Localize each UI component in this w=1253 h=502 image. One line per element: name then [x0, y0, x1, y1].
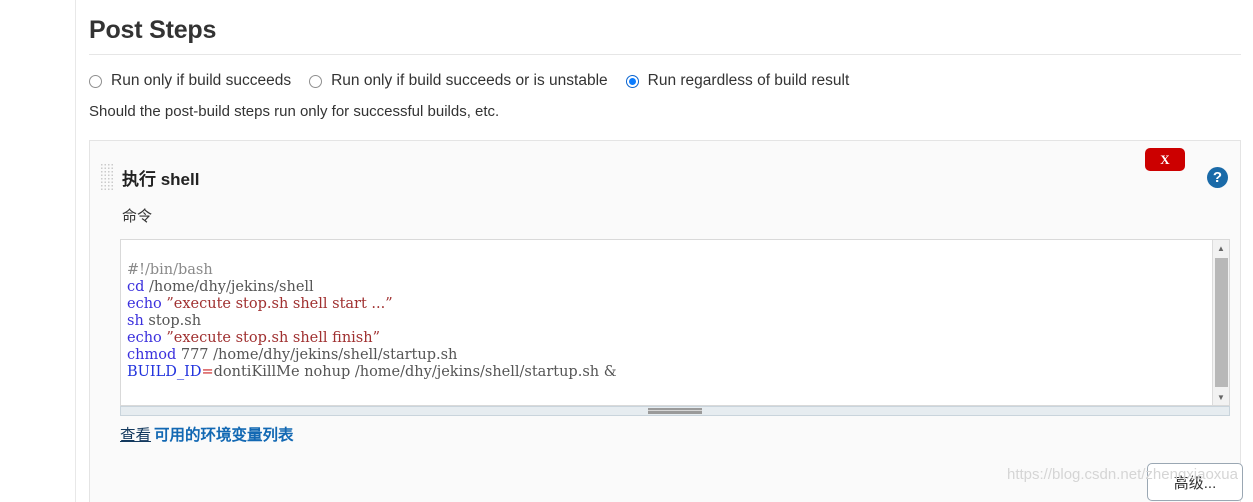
drag-handle-icon[interactable]	[100, 163, 114, 191]
code-line: cd /home/dhy/jekins/shell	[127, 279, 1211, 296]
resize-grip-icon[interactable]	[648, 408, 702, 414]
code-token: BUILD_ID	[127, 364, 202, 380]
code-token: chmod	[127, 347, 177, 363]
run-condition-radio-group: Run only if build succeeds Run only if b…	[89, 70, 867, 92]
radio-icon-selected[interactable]	[625, 74, 639, 88]
delete-builder-button[interactable]: X	[1145, 148, 1185, 171]
env-link-prefix: 查看	[120, 427, 152, 444]
radio-option-run-regardless[interactable]: Run regardless of build result	[625, 72, 850, 90]
env-variables-link[interactable]: 可用的环境变量列表	[154, 427, 294, 444]
scroll-down-arrow-icon[interactable]: ▼	[1213, 389, 1229, 405]
vertical-scrollbar[interactable]: ▲ ▼	[1212, 240, 1229, 405]
code-line: chmod 777 /home/dhy/jekins/shell/startup…	[127, 347, 1211, 364]
post-steps-section: Post Steps Run only if build succeeds Ru…	[77, 0, 1253, 502]
radio-option-run-if-succeeds[interactable]: Run only if build succeeds	[89, 72, 291, 90]
code-token: =	[201, 364, 214, 380]
vertical-scrollbar-thumb[interactable]	[1215, 258, 1228, 387]
radio-option-label: Run only if build succeeds or is unstabl…	[331, 72, 608, 89]
code-token: sh	[127, 313, 144, 329]
code-token: ”execute stop.sh shell finish”	[166, 330, 380, 346]
radio-icon[interactable]	[309, 74, 323, 88]
advanced-button[interactable]: 高级...	[1147, 463, 1243, 501]
command-textarea-wrapper[interactable]: #!/bin/bash cd /home/dhy/jekins/shell echo…	[120, 239, 1230, 406]
code-line: echo ”execute stop.sh shell start ...”	[127, 296, 1211, 313]
code-line: sh stop.sh	[127, 313, 1211, 330]
code-token: #!/bin/bash	[127, 262, 213, 278]
code-line: #!/bin/bash	[127, 262, 1211, 279]
builder-panel-execute-shell: 执行 shell X ? 命令 #!/bin/bash cd /home/dhy/…	[89, 140, 1243, 502]
scroll-up-arrow-icon[interactable]: ▲	[1213, 240, 1229, 256]
env-variables-link-row: 查看 可用的环境变量列表	[120, 423, 294, 445]
title-divider	[89, 54, 1241, 55]
code-token: ”execute stop.sh shell start ...”	[166, 296, 393, 312]
help-icon[interactable]: ?	[1207, 167, 1228, 188]
code-token: stop.sh	[143, 313, 202, 329]
code-token: /home/dhy/jekins/shell	[144, 279, 314, 295]
radio-option-run-if-succeeds-or-unstable[interactable]: Run only if build succeeds or is unstabl…	[309, 72, 608, 90]
code-line: echo ”execute stop.sh shell finish”	[127, 330, 1211, 347]
radio-option-label: Run regardless of build result	[647, 72, 850, 89]
builder-heading: 执行 shell	[122, 170, 200, 189]
radio-icon[interactable]	[89, 74, 102, 88]
page-title: Post Steps	[89, 16, 217, 44]
command-textarea[interactable]: #!/bin/bash cd /home/dhy/jekins/shell echo…	[121, 240, 1211, 405]
radio-option-label: Run only if build succeeds	[111, 72, 292, 89]
code-token: echo	[127, 296, 162, 312]
code-token: 777 /home/dhy/jekins/shell/startup.sh	[176, 347, 458, 363]
code-token: cd	[127, 279, 145, 295]
code-line: BUILD_ID=dontiKillMe nohup /home/dhy/jek…	[127, 364, 1211, 381]
horizontal-scrollbar[interactable]	[120, 406, 1230, 416]
code-token: echo	[127, 330, 162, 346]
command-field-label: 命令	[122, 208, 153, 225]
code-token: dontiKillMe nohup /home/dhy/jekins/shell…	[213, 364, 617, 380]
left-gutter	[0, 0, 76, 502]
helper-text: Should the post-build steps run only for…	[89, 103, 500, 120]
